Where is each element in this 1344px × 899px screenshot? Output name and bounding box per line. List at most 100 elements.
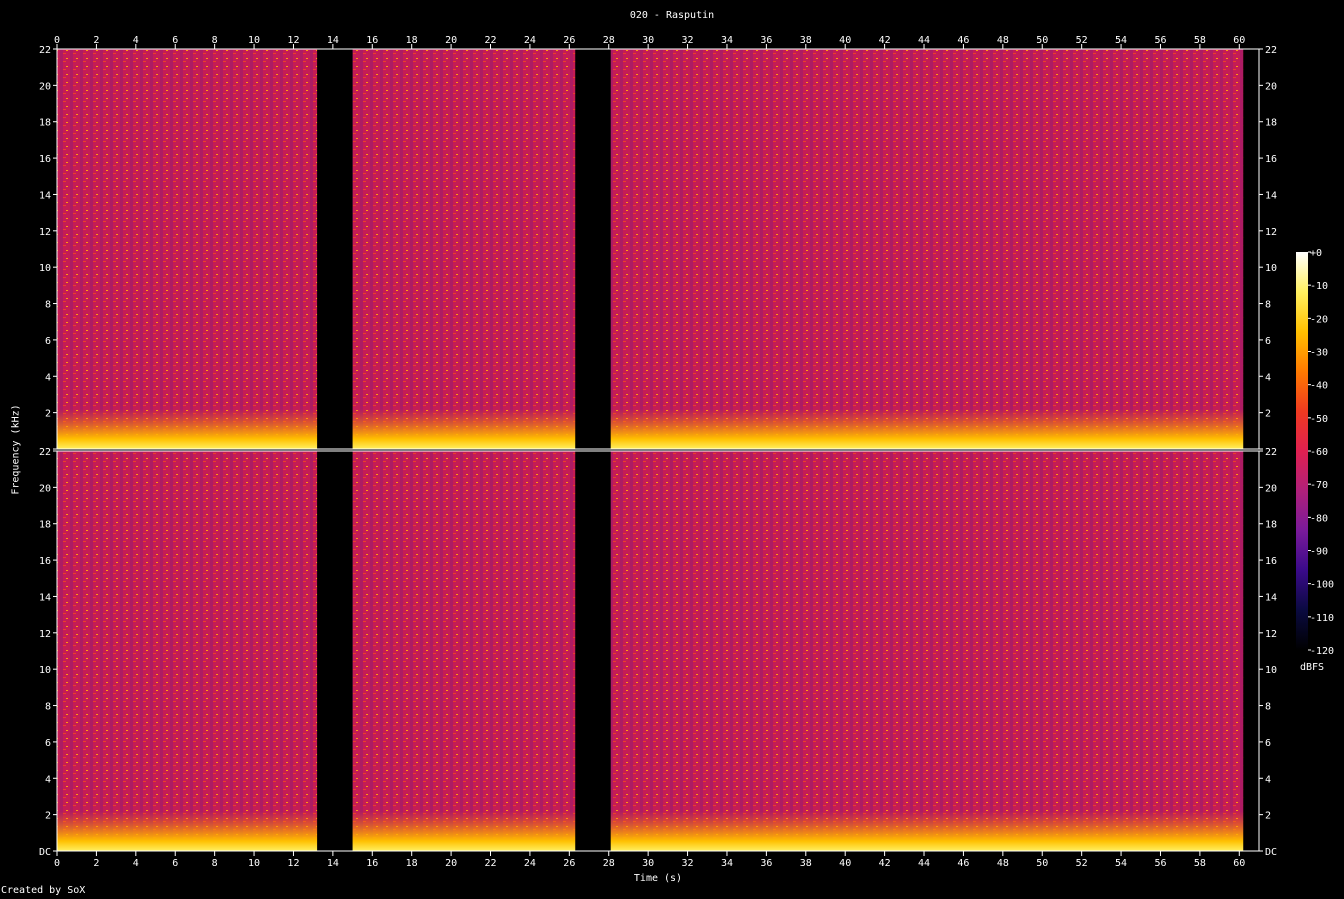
- y-tick-label-right: DC: [1265, 847, 1277, 858]
- y-tick-label-right: 16: [1265, 556, 1277, 567]
- y-tick-label-right: 8: [1265, 702, 1271, 713]
- x-tick-label-top: 46: [957, 35, 969, 46]
- x-tick-label-top: 14: [327, 35, 339, 46]
- y-tick-label-right: 10: [1265, 665, 1277, 676]
- x-tick-label-top: 18: [406, 35, 418, 46]
- x-tick-label-bottom: 12: [287, 858, 299, 869]
- colorbar-tick-label: -50: [1310, 414, 1328, 425]
- y-tick-label-left: 14: [39, 190, 51, 201]
- x-tick-label-bottom: 30: [642, 858, 654, 869]
- x-tick-label-top: 12: [287, 35, 299, 46]
- y-tick-label-left: 8: [45, 300, 51, 311]
- channel-1-low-frequency-band: [57, 409, 1259, 449]
- x-tick-label-bottom: 18: [406, 858, 418, 869]
- x-tick-label-bottom: 50: [1036, 858, 1048, 869]
- colorbar-tick-label: -90: [1310, 547, 1328, 558]
- silent-region-ch2-3: [1243, 451, 1259, 851]
- x-tick-label-top: 26: [563, 35, 575, 46]
- x-tick-label-top: 8: [212, 35, 218, 46]
- x-tick-label-top: 0: [54, 35, 60, 46]
- colorbar-tick-label: -20: [1310, 314, 1328, 325]
- y-tick-label-left: 12: [39, 629, 51, 640]
- colorbar-tick-label: -70: [1310, 480, 1328, 491]
- colorbar-tick-label: -100: [1310, 580, 1334, 591]
- channel-1-spectrogram: [57, 49, 1259, 449]
- x-tick-label-bottom: 44: [918, 858, 930, 869]
- x-tick-label-bottom: 4: [133, 858, 139, 869]
- x-tick-label-bottom: 52: [1076, 858, 1088, 869]
- silent-region-ch1-2: [575, 49, 611, 449]
- x-tick-label-top: 58: [1194, 35, 1206, 46]
- y-tick-label-right: 6: [1265, 336, 1271, 347]
- y-tick-label-right: 4: [1265, 372, 1271, 383]
- x-tick-label-top: 36: [760, 35, 772, 46]
- y-tick-label-left: 22: [39, 45, 51, 56]
- colorbar-tick-label: +0: [1310, 248, 1322, 259]
- silent-region-ch1-3: [1243, 49, 1259, 449]
- x-tick-label-top: 50: [1036, 35, 1048, 46]
- x-tick-label-top: 56: [1154, 35, 1166, 46]
- y-tick-label-left: 16: [39, 154, 51, 165]
- y-tick-label-right: 22: [1265, 447, 1277, 458]
- colorbar-tick-label: -110: [1310, 613, 1334, 624]
- y-tick-label-right: 2: [1265, 409, 1271, 420]
- x-tick-label-bottom: 34: [721, 858, 733, 869]
- x-tick-label-top: 48: [997, 35, 1009, 46]
- silent-region-ch2-1: [317, 451, 353, 851]
- y-tick-label-left: 18: [39, 520, 51, 531]
- x-tick-label-bottom: 58: [1194, 858, 1206, 869]
- y-tick-label-left: 20: [39, 483, 51, 494]
- y-tick-label-right: 22: [1265, 45, 1277, 56]
- x-tick-label-top: 52: [1076, 35, 1088, 46]
- x-tick-label-top: 28: [603, 35, 615, 46]
- x-tick-label-bottom: 46: [957, 858, 969, 869]
- colorbar: [1296, 252, 1308, 650]
- y-tick-label-left: 18: [39, 118, 51, 129]
- x-tick-label-bottom: 16: [366, 858, 378, 869]
- x-tick-label-top: 24: [524, 35, 536, 46]
- y-tick-label-right: 16: [1265, 154, 1277, 165]
- silent-region-ch1-1: [317, 49, 353, 449]
- y-tick-label-left: 2: [45, 811, 51, 822]
- x-tick-label-top: 30: [642, 35, 654, 46]
- x-tick-label-top: 60: [1233, 35, 1245, 46]
- y-tick-label-left: 6: [45, 336, 51, 347]
- x-tick-label-top: 32: [682, 35, 694, 46]
- x-tick-label-bottom: 60: [1233, 858, 1245, 869]
- colorbar-tick-label: -80: [1310, 513, 1328, 524]
- colorbar-tick-label: -60: [1310, 447, 1328, 458]
- x-tick-label-top: 10: [248, 35, 260, 46]
- x-tick-label-top: 42: [879, 35, 891, 46]
- colorbar-tick-label: -10: [1310, 281, 1328, 292]
- channel-2-spectrogram: [57, 451, 1259, 851]
- y-tick-label-left: 2: [45, 409, 51, 420]
- x-tick-label-top: 16: [366, 35, 378, 46]
- x-tick-label-bottom: 20: [445, 858, 457, 869]
- x-tick-label-top: 40: [839, 35, 851, 46]
- y-tick-label-right: 2: [1265, 811, 1271, 822]
- x-tick-label-bottom: 26: [563, 858, 575, 869]
- y-tick-label-left: 10: [39, 665, 51, 676]
- x-tick-label-bottom: 48: [997, 858, 1009, 869]
- x-tick-label-top: 44: [918, 35, 930, 46]
- x-tick-label-bottom: 32: [682, 858, 694, 869]
- y-tick-label-right: 20: [1265, 81, 1277, 92]
- x-tick-label-bottom: 40: [839, 858, 851, 869]
- x-tick-label-top: 2: [93, 35, 99, 46]
- y-tick-label-right: 14: [1265, 190, 1277, 201]
- x-tick-label-bottom: 2: [93, 858, 99, 869]
- channel-2-low-frequency-band: [57, 811, 1259, 851]
- y-tick-label-right: 6: [1265, 738, 1271, 749]
- x-tick-label-bottom: 14: [327, 858, 339, 869]
- y-tick-label-left: 4: [45, 372, 51, 383]
- x-tick-label-top: 54: [1115, 35, 1127, 46]
- y-tick-label-left: 6: [45, 738, 51, 749]
- y-tick-label-left: 14: [39, 592, 51, 603]
- y-tick-label-right: 14: [1265, 592, 1277, 603]
- x-tick-label-top: 38: [800, 35, 812, 46]
- x-tick-label-bottom: 6: [172, 858, 178, 869]
- y-tick-label-right: 4: [1265, 774, 1271, 785]
- x-tick-label-top: 4: [133, 35, 139, 46]
- y-tick-label-left: 4: [45, 774, 51, 785]
- x-tick-label-bottom: 38: [800, 858, 812, 869]
